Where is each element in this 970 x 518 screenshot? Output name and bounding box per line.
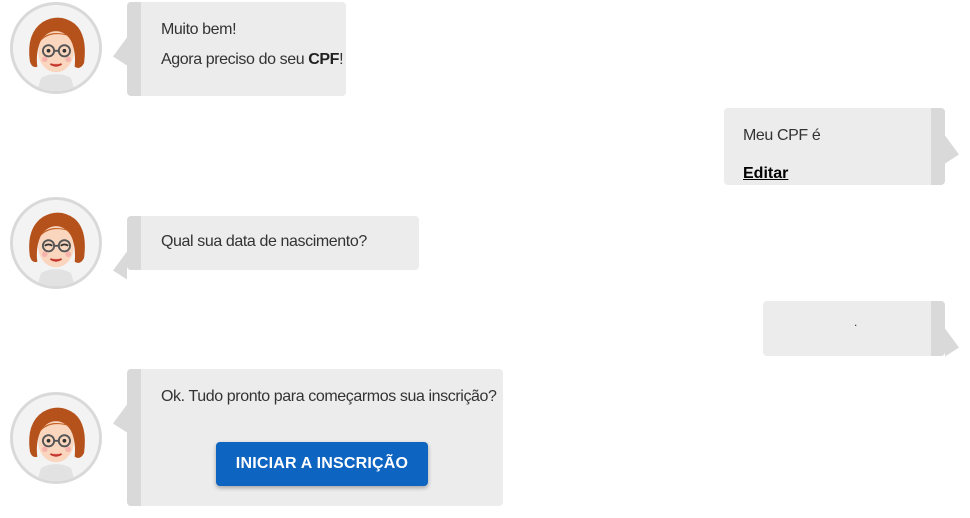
user-message-bubble: . [763,301,945,356]
edit-link[interactable]: Editar [743,165,788,183]
bot-avatar-icon [10,2,102,94]
bot-message-text: Muito bem! [161,21,237,38]
message-text-part: Agora preciso do seu [161,51,309,68]
bot-avatar-icon [10,197,102,289]
bot-avatar-icon [10,392,102,484]
bot-message-bubble: Muito bem! Agora preciso do seu CPF! [127,2,346,96]
user-message-text: . [854,315,857,329]
bot-message-text: Qual sua data de nascimento? [161,233,367,250]
user-message-bubble: Meu CPF é Editar [724,108,945,185]
bot-message-bubble: Ok. Tudo pronto para começarmos sua insc… [127,369,503,506]
cpf-emphasis: CPF [308,51,340,68]
bot-message-text: Agora preciso do seu CPF! [161,51,346,69]
start-registration-button[interactable]: INICIAR A INSCRIÇÃO [216,442,428,486]
message-text-part: ! [339,51,344,68]
bot-message-bubble: Qual sua data de nascimento? [127,216,419,270]
chat-conversation: Muito bem! Agora preciso do seu CPF! Meu… [0,0,970,518]
user-message-text: Meu CPF é [743,127,821,144]
bot-message-text: Ok. Tudo pronto para começarmos sua insc… [161,388,497,405]
